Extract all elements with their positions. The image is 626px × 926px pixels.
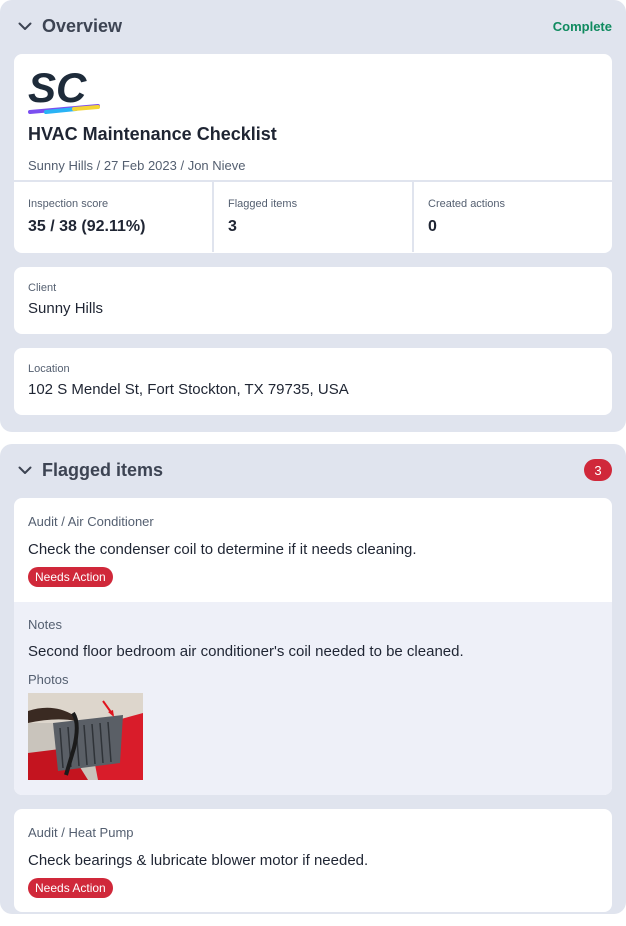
needs-action-badge: Needs Action bbox=[28, 567, 113, 587]
location-label: Location bbox=[28, 363, 70, 375]
stat-created-actions: Created actions 0 bbox=[414, 182, 612, 252]
notes-block: Notes Second floor bedroom air condition… bbox=[14, 602, 612, 795]
doc-subtitle: Sunny Hills / 27 Feb 2023 / Jon Nieve bbox=[28, 158, 246, 173]
summary-card: SC HVAC Maintenance Checklist Sunny Hill… bbox=[14, 54, 612, 253]
flagged-count-badge: 3 bbox=[584, 459, 612, 481]
photo-thumbnail[interactable] bbox=[28, 693, 143, 780]
item-question: Check bearings & lubricate blower motor … bbox=[28, 852, 369, 869]
flagged-item-card[interactable]: Audit / Air Conditioner Check the conden… bbox=[14, 498, 612, 795]
stats-row: Inspection score 35 / 38 (92.11%) Flagge… bbox=[14, 180, 612, 252]
flagged-title: Flagged items bbox=[42, 459, 164, 480]
client-label: Client bbox=[28, 282, 57, 294]
client-value: Sunny Hills bbox=[28, 300, 104, 317]
flagged-item-main: Audit / Air Conditioner Check the conden… bbox=[14, 498, 612, 602]
sc-logo: SC bbox=[28, 64, 102, 116]
flagged-header[interactable]: Flagged items 3 bbox=[0, 444, 626, 496]
item-path: Audit / Heat Pump bbox=[28, 825, 134, 840]
flagged-item-card[interactable]: Audit / Heat Pump Check bearings & lubri… bbox=[14, 809, 612, 912]
stat-flagged-items: Flagged items 3 bbox=[214, 182, 414, 252]
location-value: 102 S Mendel St, Fort Stockton, TX 79735… bbox=[28, 381, 349, 398]
status-complete: Complete bbox=[552, 18, 612, 34]
stat-label: Inspection score bbox=[28, 198, 109, 210]
needs-action-badge: Needs Action bbox=[28, 878, 113, 898]
photos-label: Photos bbox=[28, 672, 69, 687]
location-card: Location 102 S Mendel St, Fort Stockton,… bbox=[14, 348, 612, 415]
stat-value: 0 bbox=[428, 218, 437, 235]
svg-text:SC: SC bbox=[28, 66, 87, 111]
item-question: Check the condenser coil to determine if… bbox=[28, 541, 417, 558]
overview-section: Overview Complete SC HVAC Maintenance Ch… bbox=[0, 0, 626, 432]
client-card: Client Sunny Hills bbox=[14, 267, 612, 334]
stat-value: 35 / 38 (92.11%) bbox=[28, 218, 146, 235]
item-path: Audit / Air Conditioner bbox=[28, 514, 154, 529]
flagged-items-section: Flagged items 3 Audit / Air Conditioner … bbox=[0, 444, 626, 914]
stat-label: Flagged items bbox=[228, 198, 298, 210]
notes-label: Notes bbox=[28, 617, 62, 632]
chevron-down-icon[interactable] bbox=[16, 17, 34, 35]
chevron-down-icon[interactable] bbox=[16, 461, 34, 479]
overview-header[interactable]: Overview Complete bbox=[0, 0, 626, 52]
stat-value: 3 bbox=[228, 218, 237, 235]
stat-label: Created actions bbox=[428, 198, 506, 210]
overview-title: Overview bbox=[42, 15, 123, 36]
notes-text: Second floor bedroom air conditioner's c… bbox=[28, 643, 464, 660]
stat-inspection-score: Inspection score 35 / 38 (92.11%) bbox=[14, 182, 214, 252]
doc-title: HVAC Maintenance Checklist bbox=[28, 124, 277, 144]
